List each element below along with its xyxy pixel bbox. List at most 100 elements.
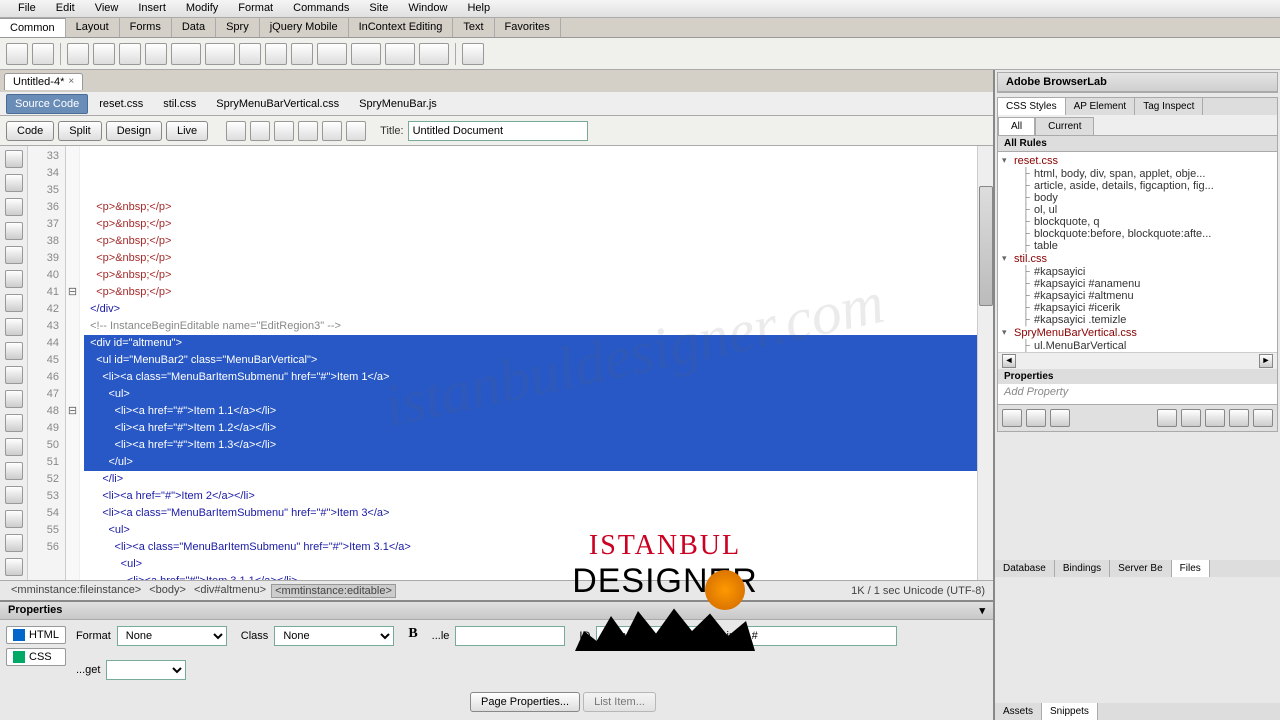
related-file[interactable]: SpryMenuBar.js xyxy=(350,94,446,114)
named-anchor-icon[interactable] xyxy=(67,43,89,65)
date-icon[interactable] xyxy=(265,43,287,65)
tag-selector[interactable]: <mminstance:fileinstance><body><div#altm… xyxy=(8,584,396,598)
list-item-button[interactable]: List Item... xyxy=(583,692,656,712)
link-input[interactable] xyxy=(747,626,897,646)
fold-gutter[interactable]: ⊟⊟ xyxy=(66,146,80,580)
menu-window[interactable]: Window xyxy=(398,0,457,17)
head-dropdown-icon[interactable] xyxy=(351,43,381,65)
code-view-button[interactable]: Code xyxy=(6,121,54,141)
menu-format[interactable]: Format xyxy=(228,0,283,17)
word-wrap-icon[interactable] xyxy=(5,366,23,384)
html-mode-button[interactable]: HTML xyxy=(6,626,66,644)
title-input[interactable] xyxy=(408,121,588,141)
scrollbar-thumb[interactable] xyxy=(979,186,993,306)
media-dropdown-icon[interactable] xyxy=(205,43,235,65)
menu-file[interactable]: File xyxy=(8,0,46,17)
css-tab[interactable]: Tag Inspect xyxy=(1135,98,1203,115)
tag-crumb[interactable]: <mminstance:fileinstance> xyxy=(8,584,144,598)
panel-tab[interactable]: Bindings xyxy=(1055,560,1110,577)
menu-help[interactable]: Help xyxy=(457,0,500,17)
related-file[interactable]: Source Code xyxy=(6,94,88,114)
format-source-icon[interactable] xyxy=(5,558,23,576)
css-file-node[interactable]: SpryMenuBarVertical.css xyxy=(1000,326,1275,340)
insert-div-icon[interactable] xyxy=(119,43,141,65)
wrap-tag-icon[interactable] xyxy=(5,438,23,456)
css-rule-node[interactable]: body xyxy=(1000,192,1275,204)
move-css-icon[interactable] xyxy=(5,486,23,504)
file-management-icon[interactable] xyxy=(274,121,294,141)
css-subtab[interactable]: Current xyxy=(1035,117,1094,135)
related-file[interactable]: reset.css xyxy=(90,94,152,114)
css-rule-node[interactable]: #kapsayici xyxy=(1000,266,1275,278)
attach-stylesheet-icon[interactable] xyxy=(1157,409,1177,427)
insert-tab-text[interactable]: Text xyxy=(453,18,494,37)
tag-crumb[interactable]: <div#altmenu> xyxy=(191,584,269,598)
vertical-scrollbar[interactable] xyxy=(977,146,993,580)
recent-snippets-icon[interactable] xyxy=(5,462,23,480)
panel-menu-icon[interactable]: ▾ xyxy=(979,604,985,617)
menu-modify[interactable]: Modify xyxy=(176,0,228,17)
code-body[interactable]: istanbuldesigner.com <p>&nbsp;</p> <p>&n… xyxy=(80,146,977,580)
insert-tab-incontext-editing[interactable]: InContext Editing xyxy=(349,18,454,37)
css-rule-node[interactable]: #kapsayici .temizle xyxy=(1000,314,1275,326)
related-file[interactable]: stil.css xyxy=(154,94,205,114)
css-rules-tree[interactable]: reset.csshtml, body, div, span, applet, … xyxy=(998,152,1277,352)
css-mode-button[interactable]: CSS xyxy=(6,648,66,666)
scroll-left-icon[interactable]: ◄ xyxy=(1002,354,1016,368)
tag-crumb[interactable]: <body> xyxy=(146,584,189,598)
css-rule-node[interactable]: table xyxy=(1000,240,1275,252)
insert-tab-layout[interactable]: Layout xyxy=(66,18,120,37)
page-properties-button[interactable]: Page Properties... xyxy=(470,692,580,712)
related-file[interactable]: SpryMenuBarVertical.css xyxy=(207,94,348,114)
rules-hscroll[interactable]: ◄ ► xyxy=(998,352,1277,369)
remove-comment-icon[interactable] xyxy=(5,414,23,432)
insert-tab-jquery-mobile[interactable]: jQuery Mobile xyxy=(260,18,349,37)
set-properties-icon[interactable] xyxy=(1050,409,1070,427)
css-tab[interactable]: AP Element xyxy=(1066,98,1136,115)
list-view-icon[interactable] xyxy=(1026,409,1046,427)
browser-preview-icon[interactable] xyxy=(250,121,270,141)
panel-tab[interactable]: Database xyxy=(995,560,1055,577)
panel-tab[interactable]: Snippets xyxy=(1042,703,1098,720)
category-view-icon[interactable] xyxy=(1002,409,1022,427)
css-rule-node[interactable]: #kapsayici #anamenu xyxy=(1000,278,1275,290)
css-rule-node[interactable]: ul.MenuBarVertical xyxy=(1000,340,1275,352)
new-rule-icon[interactable] xyxy=(1181,409,1201,427)
panel-tab[interactable]: Files xyxy=(1172,560,1210,577)
open-documents-icon[interactable] xyxy=(5,150,23,168)
email-link-icon[interactable] xyxy=(32,43,54,65)
comment-icon[interactable] xyxy=(317,43,347,65)
design-view-button[interactable]: Design xyxy=(106,121,162,141)
css-tab[interactable]: CSS Styles xyxy=(998,98,1066,115)
css-rule-node[interactable]: html, body, div, span, applet, obje... xyxy=(1000,168,1275,180)
menu-commands[interactable]: Commands xyxy=(283,0,359,17)
edit-rule-icon[interactable] xyxy=(1205,409,1225,427)
templates-dropdown-icon[interactable] xyxy=(419,43,449,65)
css-file-node[interactable]: reset.css xyxy=(1000,154,1275,168)
class-select[interactable]: None xyxy=(274,626,394,646)
auto-indent-icon[interactable] xyxy=(5,342,23,360)
bold-button[interactable]: B xyxy=(408,626,417,646)
css-rule-node[interactable]: #kapsayici #icerik xyxy=(1000,302,1275,314)
insert-tab-favorites[interactable]: Favorites xyxy=(495,18,561,37)
target-select[interactable] xyxy=(106,660,186,680)
menu-site[interactable]: Site xyxy=(359,0,398,17)
css-rule-node[interactable]: ol, ul xyxy=(1000,204,1275,216)
table-icon[interactable] xyxy=(93,43,115,65)
images-dropdown-icon[interactable] xyxy=(171,43,201,65)
highlight-invalid-icon[interactable] xyxy=(5,294,23,312)
tag-crumb[interactable]: <mmtinstance:editable> xyxy=(271,584,396,598)
live-view-button[interactable]: Live xyxy=(166,121,208,141)
live-code-icon[interactable] xyxy=(226,121,246,141)
outdent-icon[interactable] xyxy=(5,534,23,552)
balance-braces-icon[interactable] xyxy=(5,246,23,264)
css-rule-node[interactable]: blockquote:before, blockquote:afte... xyxy=(1000,228,1275,240)
close-icon[interactable]: × xyxy=(68,76,74,87)
refresh-icon[interactable] xyxy=(346,121,366,141)
delete-rule-icon[interactable] xyxy=(1253,409,1273,427)
expand-all-icon[interactable] xyxy=(5,198,23,216)
insert-tab-common[interactable]: Common xyxy=(0,18,66,37)
title-input[interactable] xyxy=(455,626,565,646)
document-tab[interactable]: Untitled-4* × xyxy=(4,73,83,90)
select-parent-icon[interactable] xyxy=(5,222,23,240)
